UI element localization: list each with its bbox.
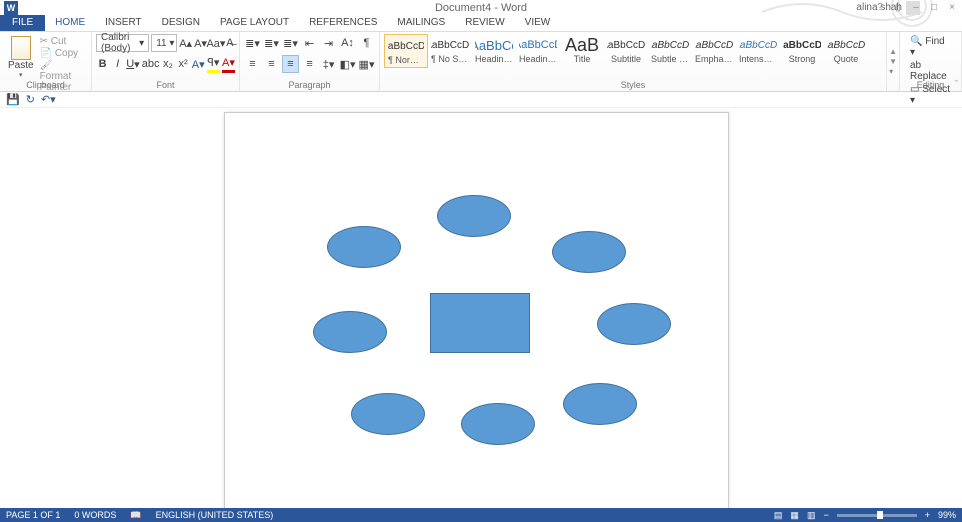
text-effects-button[interactable]: A▾ — [192, 55, 205, 73]
zoom-out-button[interactable]: − — [823, 510, 828, 520]
shape-ellipse-2[interactable] — [327, 226, 401, 268]
restore-icon[interactable]: □ — [926, 2, 942, 14]
collapse-ribbon-icon[interactable]: ˆ — [955, 79, 958, 89]
bullets-button[interactable]: ≣▾ — [244, 34, 261, 52]
tab-insert[interactable]: INSERT — [95, 15, 152, 31]
find-button[interactable]: 🔍 Find ▾ — [910, 36, 951, 58]
tab-home[interactable]: HOME — [45, 15, 95, 31]
decrease-indent-button[interactable]: ⇤ — [301, 34, 318, 52]
paragraph-group-label: Paragraph — [288, 80, 330, 90]
page-indicator[interactable]: PAGE 1 OF 1 — [6, 510, 60, 520]
shape-ellipse-1[interactable] — [437, 195, 511, 237]
paste-label: Paste — [8, 60, 34, 71]
style-quote[interactable]: AaBbCcDdQuote — [824, 34, 868, 66]
ribbon-tabs: FILE HOME INSERT DESIGN PAGE LAYOUT REFE… — [0, 15, 962, 32]
subscript-button[interactable]: x₂ — [161, 55, 174, 73]
font-group-label: Font — [156, 80, 174, 90]
tab-view[interactable]: VIEW — [515, 15, 561, 31]
status-bar: PAGE 1 OF 1 0 WORDS 📖 ENGLISH (UNITED ST… — [0, 508, 962, 522]
change-case-button[interactable]: Aa▾ — [209, 34, 223, 52]
sort-button[interactable]: A↕ — [339, 34, 356, 52]
read-mode-icon[interactable]: ▤ — [774, 510, 783, 521]
style-emphasis[interactable]: AaBbCcDdEmphasis — [692, 34, 736, 66]
numbering-button[interactable]: ≣▾ — [263, 34, 280, 52]
document-area[interactable] — [0, 108, 962, 508]
shape-ellipse-4[interactable] — [313, 311, 387, 353]
page[interactable] — [224, 112, 729, 508]
tab-references[interactable]: REFERENCES — [299, 15, 387, 31]
strikethrough-button[interactable]: abc — [142, 55, 160, 73]
web-layout-icon[interactable]: ▥ — [807, 510, 816, 521]
styles-row-up[interactable]: ▲ — [889, 47, 897, 56]
zoom-in-button[interactable]: + — [925, 510, 930, 520]
shape-ellipse-8[interactable] — [563, 383, 637, 425]
style-heading-2[interactable]: AaBbCcDHeading 2 — [516, 34, 560, 66]
styles-more[interactable]: ▾ — [889, 67, 897, 76]
superscript-button[interactable]: x² — [177, 55, 190, 73]
style--no-spac-[interactable]: AaBbCcDd¶ No Spac... — [428, 34, 472, 66]
zoom-slider[interactable] — [837, 514, 917, 517]
print-layout-icon[interactable]: ▦ — [790, 510, 799, 521]
style-strong[interactable]: AaBbCcDdStrong — [780, 34, 824, 66]
align-left-button[interactable]: ≡ — [244, 55, 261, 73]
clear-formatting-button[interactable]: A̶ — [225, 34, 235, 52]
show-marks-button[interactable]: ¶ — [358, 34, 375, 52]
shape-rectangle[interactable] — [430, 293, 530, 353]
editing-group-label: Editing — [917, 80, 945, 90]
tab-mailings[interactable]: MAILINGS — [387, 15, 455, 31]
italic-button[interactable]: I — [111, 55, 124, 73]
style-heading-1[interactable]: AaBbCcHeading 1 — [472, 34, 516, 66]
style-title[interactable]: AaBTitle — [560, 34, 604, 66]
shape-ellipse-5[interactable] — [597, 303, 671, 345]
borders-button[interactable]: ▦▾ — [358, 55, 375, 73]
ribbon-options-icon[interactable]: ▯ — [890, 2, 906, 14]
bold-button[interactable]: B — [96, 55, 109, 73]
shape-ellipse-6[interactable] — [351, 393, 425, 435]
clipboard-group-label: Clipboard — [26, 80, 65, 90]
tab-page-layout[interactable]: PAGE LAYOUT — [210, 15, 299, 31]
close-icon[interactable]: × — [944, 2, 960, 14]
style-subtitle[interactable]: AaBbCcDdSubtitle — [604, 34, 648, 66]
font-color-button[interactable]: A▾ — [222, 55, 235, 73]
line-spacing-button[interactable]: ‡▾ — [320, 55, 337, 73]
styles-gallery[interactable]: AaBbCcDd¶ NormalAaBbCcDd¶ No Spac...AaBb… — [384, 34, 882, 68]
shape-ellipse-7[interactable] — [461, 403, 535, 445]
word-logo: W — [4, 1, 18, 15]
style-subtle-em-[interactable]: AaBbCcDdSubtle Em... — [648, 34, 692, 66]
tab-review[interactable]: REVIEW — [455, 15, 514, 31]
spellcheck-icon[interactable]: 📖 — [130, 510, 141, 521]
style--normal[interactable]: AaBbCcDd¶ Normal — [384, 34, 428, 68]
window-title: Document4 - Word — [435, 2, 527, 14]
tab-file[interactable]: FILE — [0, 15, 45, 31]
help-icon[interactable]: ? — [872, 2, 888, 14]
copy-button[interactable]: 📄 Copy — [40, 48, 85, 59]
styles-group-label: Styles — [621, 80, 646, 90]
minimize-icon[interactable]: – — [908, 2, 924, 14]
clipboard-icon — [11, 36, 31, 60]
style-intense-e-[interactable]: AaBbCcDdIntense E... — [736, 34, 780, 66]
highlight-button[interactable]: ꟼ▾ — [207, 55, 220, 73]
increase-indent-button[interactable]: ⇥ — [320, 34, 337, 52]
shape-ellipse-3[interactable] — [552, 231, 626, 273]
styles-row-down[interactable]: ▼ — [889, 57, 897, 66]
align-right-button[interactable]: ≡ — [282, 55, 299, 73]
tab-design[interactable]: DESIGN — [152, 15, 210, 31]
font-size-select[interactable]: 11 ▾ — [151, 34, 177, 52]
align-center-button[interactable]: ≡ — [263, 55, 280, 73]
quick-access-toolbar: 💾 ↻ ↶▾ — [0, 92, 962, 108]
replace-button[interactable]: ab Replace — [910, 60, 951, 82]
cut-button[interactable]: ✂ Cut — [40, 36, 85, 47]
font-name-select[interactable]: Calibri (Body) ▾ — [96, 34, 149, 52]
justify-button[interactable]: ≡ — [301, 55, 318, 73]
word-count[interactable]: 0 WORDS — [74, 510, 116, 520]
shrink-font-button[interactable]: A▾ — [194, 34, 207, 52]
zoom-level[interactable]: 99% — [938, 510, 956, 520]
language-indicator[interactable]: ENGLISH (UNITED STATES) — [156, 510, 274, 520]
shading-button[interactable]: ◧▾ — [339, 55, 356, 73]
underline-button[interactable]: U▾ — [126, 55, 139, 73]
multilevel-button[interactable]: ≣▾ — [282, 34, 299, 52]
ribbon: Paste ▾ ✂ Cut 📄 Copy 🖌 Format Painter Cl… — [0, 32, 962, 92]
grow-font-button[interactable]: A▴ — [179, 34, 192, 52]
